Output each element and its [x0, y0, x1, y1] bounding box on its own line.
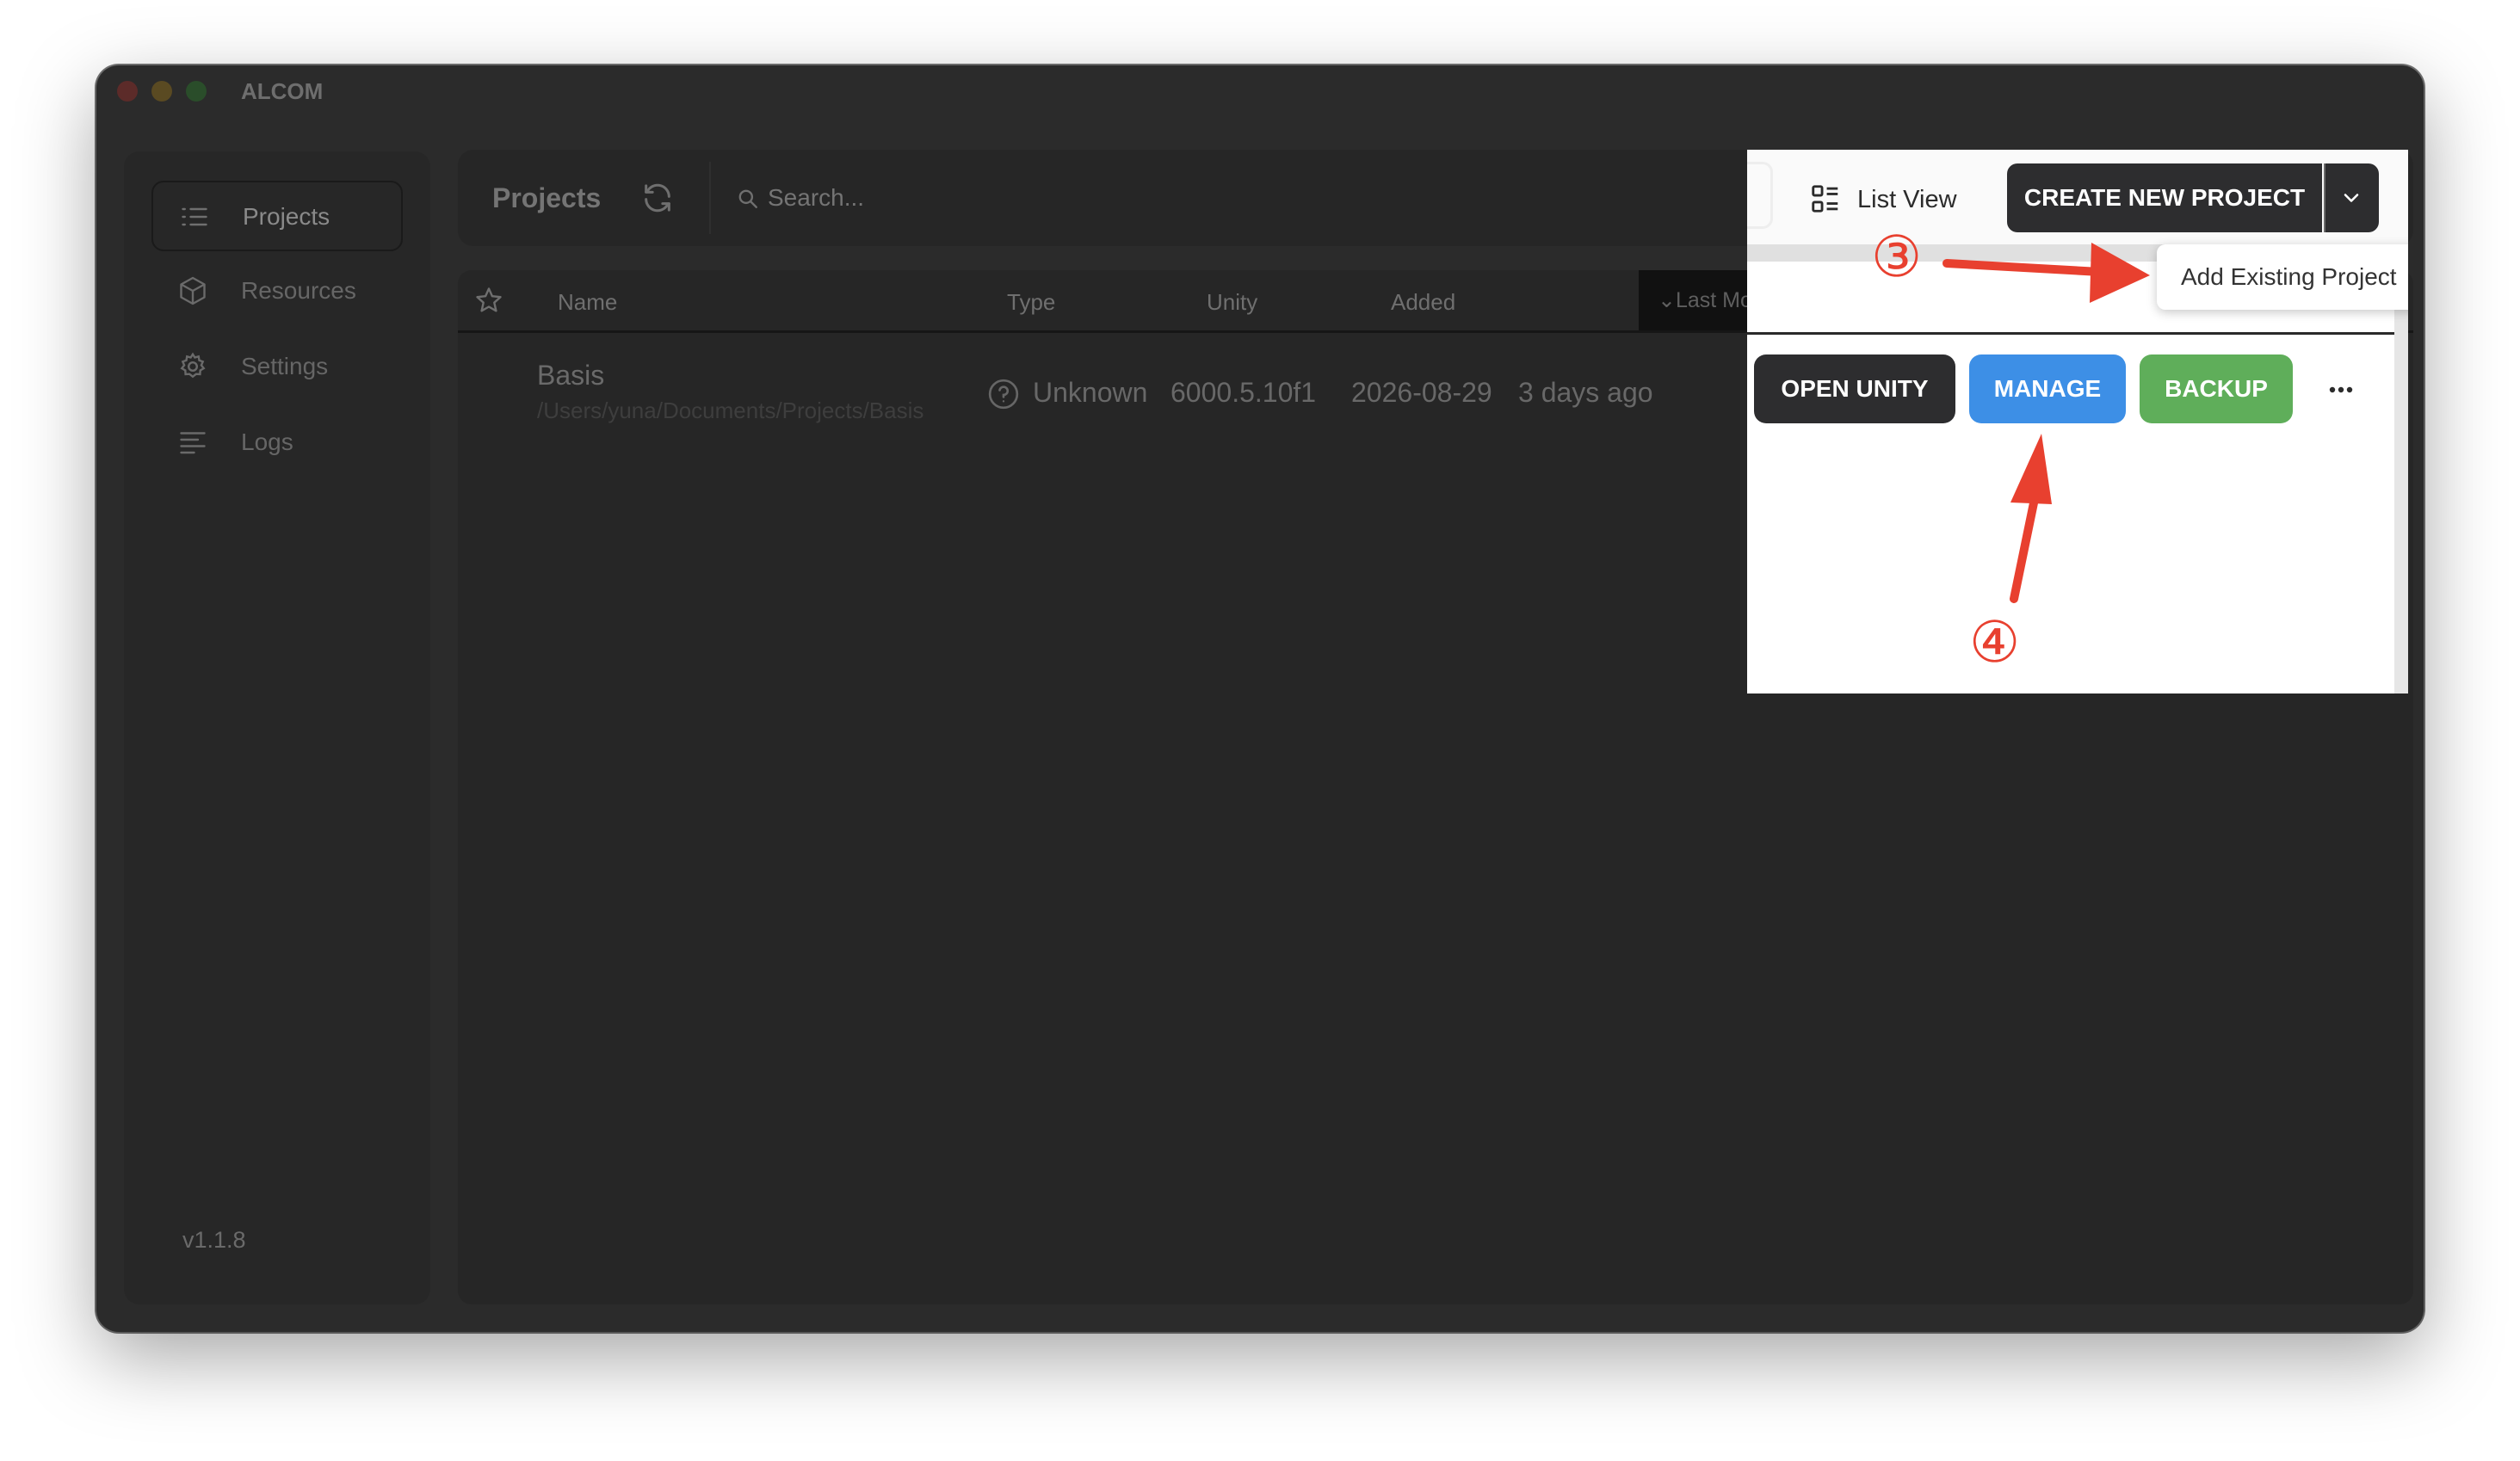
zoom-window-button[interactable]	[186, 81, 207, 102]
title-bar: ALCOM	[96, 65, 2424, 117]
list-view-icon	[1812, 185, 1838, 213]
create-new-project-button[interactable]: CREATE NEW PROJECT	[2007, 163, 2322, 232]
page-title: Projects	[492, 182, 602, 213]
star-icon[interactable]	[473, 285, 504, 316]
backup-button[interactable]: BACKUP	[2140, 354, 2293, 423]
search-input[interactable]	[768, 182, 1542, 213]
version-label: v1.1.8	[182, 1227, 246, 1253]
gear-icon	[180, 352, 206, 379]
question-circle-icon	[988, 379, 1019, 410]
sidebar-item-resources[interactable]: Resources	[151, 256, 399, 324]
close-window-button[interactable]	[117, 81, 138, 102]
zoom-callout: List View CREATE NEW PROJECT Add Existin…	[1747, 150, 2408, 694]
column-header-type[interactable]: Type	[1007, 289, 1055, 316]
manage-button[interactable]: MANAGE	[1969, 354, 2126, 423]
arrow-to-manage	[2010, 486, 2041, 603]
logs-icon	[180, 432, 206, 454]
create-dropdown-toggle[interactable]	[2324, 163, 2379, 232]
arrowhead-step4	[2010, 434, 2052, 504]
callout-toolbar: List View CREATE NEW PROJECT	[1747, 150, 2408, 244]
arrow-to-add-existing	[1942, 259, 2104, 276]
add-existing-project-menu-item[interactable]: Add Existing Project	[2157, 244, 2408, 310]
project-unity-version: 6000.5.10f1	[1170, 377, 1317, 408]
sort-arrow-icon: ⌄	[1658, 288, 1676, 312]
chevron-down-icon	[2344, 194, 2359, 202]
app-title: ALCOM	[241, 78, 324, 104]
search-box-edge	[1747, 162, 1773, 229]
sidebar-item-label: Settings	[241, 353, 329, 379]
table-header-divider	[1747, 332, 2394, 335]
sidebar-item-label: Projects	[243, 203, 330, 230]
column-header-unity[interactable]: Unity	[1207, 289, 1257, 316]
sidebar-item-logs[interactable]: Logs	[151, 408, 399, 475]
open-unity-button[interactable]: OPEN UNITY	[1754, 354, 1955, 423]
refresh-icon[interactable]	[640, 181, 675, 215]
project-modified-date: 3 days ago	[1518, 377, 1653, 408]
step-3-marker: ③	[1871, 224, 1923, 290]
list-icon	[182, 207, 207, 226]
column-header-added[interactable]: Added	[1391, 289, 1455, 316]
sidebar-item-label: Logs	[241, 428, 293, 455]
project-name: Basis	[537, 360, 605, 391]
project-added-date: 2026-08-29	[1351, 377, 1492, 408]
sidebar-item-label: Resources	[241, 277, 356, 304]
sidebar: Projects Resources Settings Logs v1.1.8	[124, 151, 430, 1304]
cube-icon	[180, 276, 206, 305]
step-4-marker: ④	[1969, 609, 2021, 675]
sidebar-item-settings[interactable]: Settings	[151, 332, 399, 399]
list-view-label: List View	[1857, 186, 1957, 213]
minimize-window-button[interactable]	[151, 81, 172, 102]
column-header-name[interactable]: Name	[558, 289, 617, 316]
more-options-icon[interactable]	[2322, 375, 2360, 404]
search-icon	[738, 189, 757, 208]
project-type: Unknown	[1033, 377, 1148, 408]
search-box	[709, 162, 1692, 234]
sidebar-item-projects[interactable]: Projects	[151, 181, 403, 251]
project-path: /Users/yuna/Documents/Projects/Basis	[537, 398, 924, 423]
scrollbar[interactable]	[2394, 244, 2408, 694]
